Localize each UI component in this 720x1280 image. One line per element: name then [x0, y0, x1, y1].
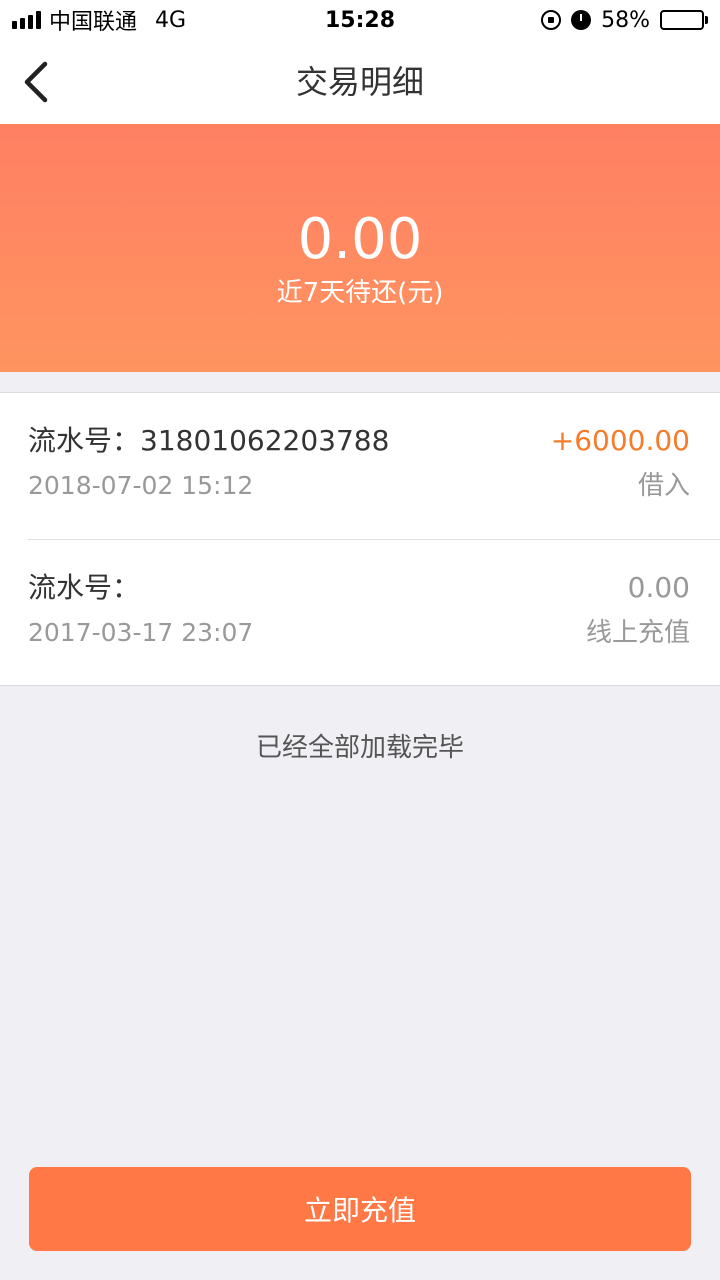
orientation-lock-icon	[541, 10, 562, 30]
pending-amount: 0.00	[297, 207, 423, 272]
battery-percent: 58%	[601, 7, 650, 33]
chevron-left-icon	[24, 61, 48, 103]
transaction-amount: +6000.00	[550, 424, 690, 457]
transaction-type: 线上充值	[585, 618, 690, 648]
nav-bar: 交易明细	[0, 40, 720, 125]
transaction-row[interactable]: 流水号：31801062203788 2018-07-02 15:12 +600…	[0, 393, 720, 540]
recharge-now-button[interactable]: 立即充值	[29, 1167, 691, 1251]
transaction-date: 2017-03-17 23:07	[28, 618, 254, 647]
transaction-serial: 流水号：	[28, 571, 141, 604]
transaction-row[interactable]: 流水号： 2017-03-17 23:07 0.00 线上充值	[0, 540, 720, 686]
pending-repayment-summary: 0.00 近7天待还(元)	[0, 124, 720, 372]
signal-icon	[12, 11, 41, 29]
carrier-name: 中国联通	[49, 10, 138, 35]
transaction-date: 2018-07-02 15:12	[28, 471, 254, 500]
transaction-type: 借入	[637, 471, 690, 501]
back-button[interactable]	[8, 54, 64, 110]
page-title: 交易明细	[295, 63, 424, 101]
pending-amount-label: 近7天待还(元)	[276, 278, 444, 308]
network-type: 4G	[155, 7, 187, 33]
alarm-icon	[571, 10, 592, 30]
transaction-list: 流水号：31801062203788 2018-07-02 15:12 +600…	[0, 392, 720, 686]
status-bar: 中国联通 4G 15:28 58%	[0, 0, 720, 40]
all-loaded-message: 已经全部加载完毕	[255, 733, 464, 763]
transaction-serial: 流水号：31801062203788	[28, 424, 390, 457]
battery-icon	[660, 10, 708, 30]
transaction-amount: 0.00	[627, 571, 690, 604]
